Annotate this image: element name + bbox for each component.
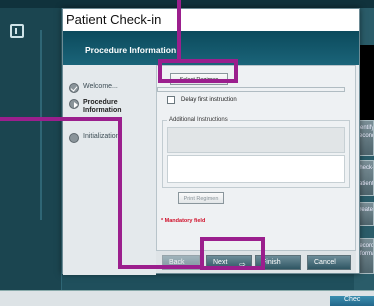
highlight-next-button	[200, 237, 265, 270]
step-welcome[interactable]: Welcome...	[69, 83, 118, 93]
delay-first-instruction-row[interactable]: Delay first instruction	[167, 96, 237, 104]
cancel-label: Cancel	[314, 259, 336, 266]
dialog-header-title: Procedure Information	[85, 45, 177, 55]
highlight-select-regimen	[158, 59, 238, 83]
additional-instructions-input[interactable]	[167, 127, 345, 153]
highlight-leader-left	[0, 117, 120, 121]
additional-instructions-input-2[interactable]	[167, 155, 345, 183]
highlight-leader-bottom	[118, 265, 202, 269]
notebook-icon[interactable]	[10, 24, 24, 38]
play-arrow-icon	[69, 99, 79, 109]
app-root: Identify Second Check-in Patient Create …	[0, 0, 374, 306]
step-initialization[interactable]: Initialization	[69, 133, 120, 143]
additional-instructions-group: Additional Instructions	[162, 117, 350, 188]
background-top-strip	[0, 0, 374, 8]
highlight-leader-down	[118, 117, 122, 269]
highlight-leader-top	[177, 0, 181, 60]
step-label: Welcome...	[83, 83, 118, 90]
background-video-area	[358, 45, 374, 120]
delay-checkbox[interactable]	[167, 96, 175, 104]
regimen-field[interactable]	[157, 87, 345, 92]
cancel-button[interactable]: Cancel	[307, 255, 351, 270]
check-icon	[69, 83, 79, 93]
step-label: Initialization	[83, 133, 120, 140]
background-footer	[0, 290, 374, 306]
delay-label: Delay first instruction	[181, 97, 237, 103]
mandatory-field-note: * Mandatory field	[161, 218, 206, 224]
circle-icon	[69, 133, 79, 143]
background-check-button[interactable]: Chec	[330, 296, 374, 306]
procedure-content-panel: Select Regimen Delay first instruction A…	[156, 65, 356, 251]
background-left-pane	[0, 8, 62, 290]
dialog-title: Patient Check-in	[63, 9, 359, 31]
print-regimen-button[interactable]: Print Regimen	[178, 192, 224, 204]
step-label: Procedure Information	[83, 99, 122, 114]
background-divider	[40, 30, 42, 220]
step-procedure-information[interactable]: Procedure Information	[69, 99, 129, 115]
wizard-steps: Welcome... Procedure Information Initial…	[63, 65, 156, 275]
additional-instructions-label: Additional Instructions	[167, 117, 230, 123]
patient-check-in-dialog: Patient Check-in Procedure Information W…	[62, 8, 360, 275]
